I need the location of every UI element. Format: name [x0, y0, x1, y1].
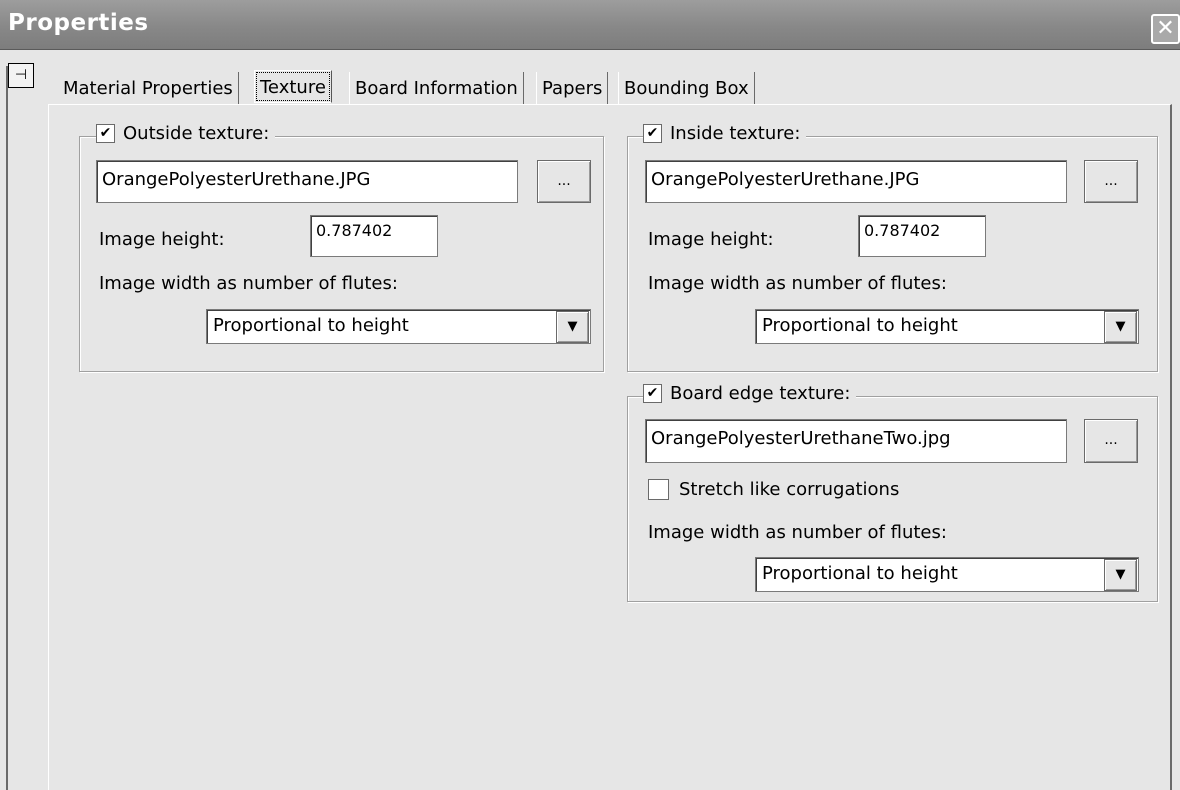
board-edge-image-width-value: Proportional to height	[762, 563, 958, 584]
board-edge-texture-legend: ✔ Board edge texture:	[643, 383, 857, 404]
chevron-down-icon[interactable]: ▼	[1104, 559, 1137, 591]
stretch-like-corrugations-option[interactable]: Stretch like corrugations	[648, 479, 899, 500]
close-button[interactable]: ✕	[1151, 14, 1180, 44]
stretch-like-corrugations-checkbox[interactable]	[648, 479, 669, 500]
outside-texture-checkbox[interactable]: ✔	[96, 124, 115, 143]
inside-image-width-value: Proportional to height	[762, 315, 958, 336]
tab-board-information[interactable]: Board Information	[349, 72, 524, 105]
tab-texture[interactable]: Texture	[254, 70, 332, 103]
tab-bounding-box[interactable]: Bounding Box	[618, 72, 755, 105]
close-icon: ✕	[1156, 16, 1175, 41]
outside-texture-browse-button[interactable]: ...	[537, 160, 591, 203]
pin-icon: ⊣	[14, 67, 28, 83]
inside-texture-browse-button[interactable]: ...	[1084, 160, 1138, 203]
inside-image-width-select[interactable]: Proportional to height ▼	[755, 309, 1139, 344]
dialog-frame	[6, 66, 8, 790]
inside-texture-label: Inside texture:	[670, 123, 801, 144]
outside-image-width-select[interactable]: Proportional to height ▼	[206, 309, 591, 344]
window-title: Properties	[8, 10, 149, 36]
outside-texture-file-input[interactable]: OrangePolyesterUrethane.JPG	[96, 160, 518, 203]
inside-image-height-input[interactable]: 0.787402	[858, 215, 986, 257]
board-edge-image-width-label: Image width as number of flutes:	[648, 522, 947, 543]
inside-image-width-label: Image width as number of flutes:	[648, 273, 947, 294]
inside-texture-legend: ✔ Inside texture:	[643, 123, 807, 144]
tab-material-properties[interactable]: Material Properties	[58, 72, 239, 105]
outside-image-height-label: Image height:	[99, 229, 225, 250]
outside-texture-legend: ✔ Outside texture:	[96, 123, 276, 144]
board-edge-texture-file-input[interactable]: OrangePolyesterUrethaneTwo.jpg	[645, 419, 1067, 463]
chevron-down-icon[interactable]: ▼	[556, 311, 589, 343]
title-bar	[0, 0, 1180, 50]
board-edge-texture-label: Board edge texture:	[670, 383, 851, 404]
outside-image-height-input[interactable]: 0.787402	[310, 215, 438, 257]
board-edge-texture-browse-button[interactable]: ...	[1084, 419, 1138, 463]
board-edge-texture-checkbox[interactable]: ✔	[643, 384, 662, 403]
inside-image-height-label: Image height:	[648, 229, 774, 250]
chevron-down-icon[interactable]: ▼	[1104, 311, 1137, 343]
board-edge-image-width-select[interactable]: Proportional to height ▼	[755, 557, 1139, 592]
tab-papers[interactable]: Papers	[536, 72, 609, 105]
outside-texture-label: Outside texture:	[123, 123, 270, 144]
inside-texture-checkbox[interactable]: ✔	[643, 124, 662, 143]
stretch-like-corrugations-label: Stretch like corrugations	[679, 479, 900, 500]
inside-texture-file-input[interactable]: OrangePolyesterUrethane.JPG	[645, 160, 1067, 203]
outside-image-width-label: Image width as number of flutes:	[99, 273, 398, 294]
pin-button[interactable]: ⊣	[8, 63, 34, 88]
outside-image-width-value: Proportional to height	[213, 315, 409, 336]
